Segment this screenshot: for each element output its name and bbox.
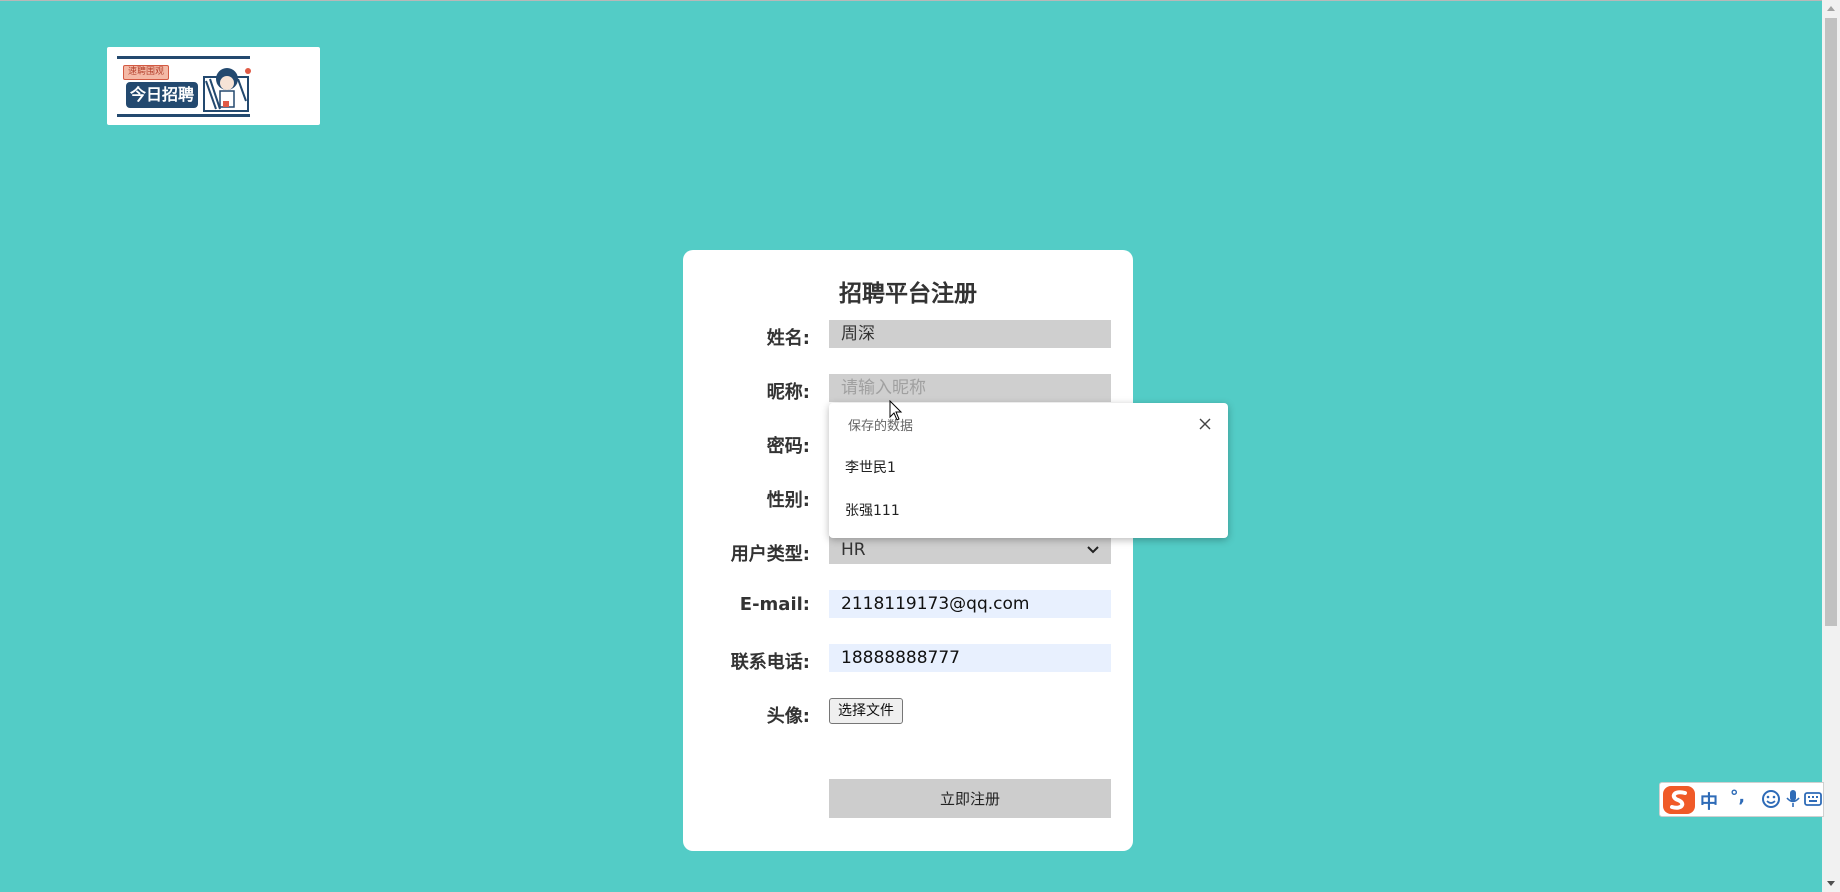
logo-figure-icon <box>203 68 251 112</box>
usertype-label: 用户类型: <box>730 544 810 565</box>
emoji-icon[interactable] <box>1761 789 1781 809</box>
ime-toolbar: 中 °, <box>1659 782 1824 817</box>
site-logo[interactable]: 速聘围观 今日招聘 <box>107 47 320 125</box>
nickname-row: 昵称: 请输入昵称 <box>683 374 1133 404</box>
logo-rule-top <box>117 56 250 59</box>
choose-file-button[interactable]: 选择文件 <box>829 698 903 724</box>
mouse-cursor-icon <box>889 400 903 421</box>
page-title: 招聘平台注册 <box>839 281 977 307</box>
avatar-label: 头像: <box>766 706 810 727</box>
logo-rule-bottom <box>117 114 250 117</box>
nickname-input[interactable]: 请输入昵称 <box>829 374 1111 402</box>
scroll-down-arrow-icon[interactable] <box>1827 881 1835 886</box>
email-row: E-mail: 2118119173@qq.com <box>683 590 1133 620</box>
usertype-select[interactable]: HR <box>829 536 1111 564</box>
password-label: 密码: <box>766 436 810 457</box>
logo-title: 今日招聘 <box>126 82 198 108</box>
register-button[interactable]: 立即注册 <box>829 779 1111 818</box>
ime-language[interactable]: 中 <box>1700 788 1718 814</box>
name-input[interactable]: 周深 <box>829 320 1111 348</box>
avatar-row: 头像: 选择文件 <box>683 698 1133 728</box>
ime-punctuation[interactable]: °, <box>1730 787 1745 807</box>
logo-tag: 速聘围观 <box>123 65 169 80</box>
autofill-item[interactable]: 李世民1 <box>829 451 1228 485</box>
register-card: 招聘平台注册 姓名: 周深 昵称: 请输入昵称 密码: 性别: 用户类型: HR… <box>683 250 1133 851</box>
sogou-logo-icon[interactable] <box>1662 785 1696 815</box>
autofill-dropdown: 保存的数据 李世民1 张强111 <box>829 403 1228 538</box>
gender-label: 性别: <box>766 490 810 511</box>
nickname-label: 昵称: <box>766 382 810 403</box>
name-label: 姓名: <box>766 328 810 349</box>
autofill-item[interactable]: 张强111 <box>829 494 1228 528</box>
phone-input[interactable]: 18888888777 <box>829 644 1111 672</box>
phone-row: 联系电话: 18888888777 <box>683 644 1133 674</box>
scroll-up-arrow-icon[interactable] <box>1827 6 1835 11</box>
email-label: E-mail: <box>739 594 810 615</box>
chevron-down-icon <box>1087 546 1099 554</box>
phone-label: 联系电话: <box>730 652 810 673</box>
window-top-border <box>0 0 1822 1</box>
keyboard-icon[interactable] <box>1804 789 1822 809</box>
vertical-scrollbar[interactable] <box>1822 0 1840 892</box>
usertype-row: 用户类型: HR <box>683 536 1133 566</box>
autofill-title: 保存的数据 <box>848 419 914 434</box>
email-input[interactable]: 2118119173@qq.com <box>829 590 1111 618</box>
close-icon[interactable] <box>1197 416 1213 432</box>
name-row: 姓名: 周深 <box>683 320 1133 350</box>
usertype-value: HR <box>841 540 866 560</box>
microphone-icon[interactable] <box>1785 789 1801 809</box>
scrollbar-thumb[interactable] <box>1825 18 1837 626</box>
